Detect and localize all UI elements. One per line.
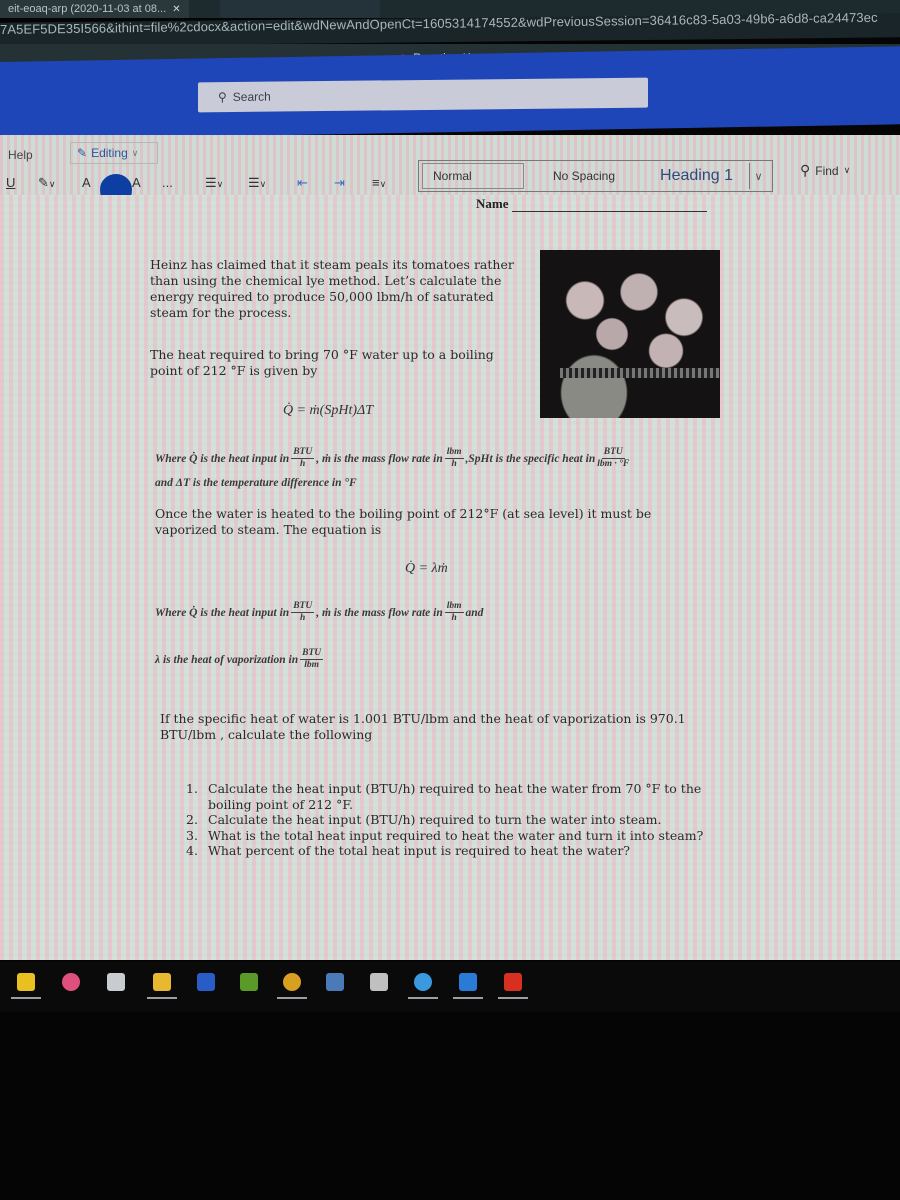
increase-indent-button[interactable]: ⇥ — [334, 175, 345, 191]
intro-paragraph: Heinz has claimed that it steam peals it… — [150, 257, 514, 320]
name-field[interactable]: Name — [476, 196, 707, 212]
browser-tab[interactable]: eit-eoaq-arp (2020-11-03 at 08... ✕ — [0, 0, 189, 18]
where2-text-b: , ṁ is the mass flow rate in — [316, 606, 443, 619]
decrease-indent-icon: ⇤ — [297, 175, 308, 190]
chevron-down-icon: ∨ — [754, 170, 763, 183]
styles-gallery: Normal No Spacing Heading 1 ∨ — [418, 160, 773, 192]
find-label: Find — [815, 163, 839, 178]
file-explorer-icon[interactable] — [153, 973, 171, 991]
where2-text-c: and — [465, 606, 484, 619]
heat-intro-paragraph: The heat required to bring 70 °F water u… — [150, 347, 494, 378]
fraction-btu-per-h: BTU h — [291, 447, 315, 469]
pink-app-icon[interactable] — [62, 973, 80, 991]
underline-button[interactable]: U — [6, 175, 15, 190]
numbered-list-icon: ☰ — [248, 175, 260, 190]
running-indicator — [498, 997, 528, 999]
running-indicator — [11, 997, 41, 999]
fraction-btu-per-lbm-f: BTU lbm · °F — [597, 447, 630, 469]
given-values-paragraph: If the specific heat of water is 1.001 B… — [160, 711, 686, 742]
highlight-button[interactable]: ✎∨ — [38, 175, 56, 191]
chevron-down-icon: ∨ — [131, 147, 139, 158]
sticky-notes-icon[interactable] — [17, 973, 35, 991]
highlighter-icon: ✎ — [38, 175, 49, 190]
fraction-lbm-per-h: lbm h — [444, 601, 464, 623]
where1-text-a: Where Q̇ is the heat input in — [155, 452, 290, 465]
question-item: 2. Calculate the heat input (BTU/h) requi… — [186, 812, 662, 827]
running-indicator — [147, 997, 177, 999]
search-icon: ⚲ — [800, 162, 811, 178]
name-label: Name — [476, 196, 509, 211]
running-indicator — [453, 997, 483, 999]
editing-label: Editing — [91, 146, 128, 160]
more-options-button[interactable]: ... — [162, 175, 173, 190]
where-clause-1: Where Q̇ is the heat input in BTU h , ṁ i… — [155, 447, 631, 470]
equation-latent-heat: Q̇ = λṁ — [405, 561, 448, 576]
where-clause-2-cont: λ is the heat of vaporization in BTU lbm — [155, 648, 325, 671]
where1-text-c: ,SpHt is the specific heat in — [465, 452, 596, 465]
decrease-indent-button[interactable]: ⇤ — [297, 175, 308, 191]
pencil-icon: ✎ — [77, 146, 88, 160]
where1-text-b: , ṁ is the mass flow rate in — [316, 452, 443, 465]
increase-indent-icon: ⇥ — [334, 175, 345, 190]
browser-tab-2[interactable] — [220, 0, 380, 18]
microsoft-store-icon[interactable] — [107, 973, 125, 991]
name-underline — [511, 200, 707, 212]
chrome-icon[interactable] — [283, 973, 301, 991]
equation-sensible-heat: Q̇ = ṁ(SpHt)ΔT — [283, 403, 373, 418]
network-app-icon[interactable] — [414, 973, 432, 991]
bullets-button[interactable]: ☰∨ — [205, 175, 223, 191]
align-icon: ≡ — [372, 175, 380, 190]
close-tab-icon[interactable]: ✕ — [172, 4, 180, 15]
vapor-intro-paragraph: Once the water is heated to the boiling … — [155, 506, 652, 537]
styles-more-button[interactable]: ∨ — [749, 163, 767, 189]
numbering-button[interactable]: ☰∨ — [248, 175, 266, 191]
video-player-icon[interactable] — [459, 973, 477, 991]
nvidia-icon[interactable] — [240, 973, 258, 991]
style-no-spacing[interactable]: No Spacing — [524, 169, 644, 183]
where2-text-d: λ is the heat of vaporization in — [155, 653, 299, 666]
where-clause-2: Where Q̇ is the heat input in BTU h , ṁ i… — [155, 601, 483, 624]
question-list: 1. Calculate the heat input (BTU/h) requi… — [186, 781, 726, 859]
fraction-btu-per-h: BTU h — [291, 601, 315, 623]
taskbar — [0, 962, 900, 1012]
tomatoes-image-rim — [560, 368, 720, 378]
where-clause-1-cont: and ΔT is the temperature difference in … — [155, 477, 357, 489]
search-input[interactable]: ⚲ Search — [198, 77, 648, 113]
align-button[interactable]: ≡∨ — [372, 175, 386, 190]
running-indicator — [277, 997, 307, 999]
font-color-button[interactable]: A — [82, 175, 91, 190]
where2-text-a: Where Q̇ is the heat input in — [155, 606, 290, 619]
screen: eit-eoaq-arp (2020-11-03 at 08... ✕ 7A5E… — [0, 0, 900, 1200]
question-item: 1. Calculate the heat input (BTU/h) requi… — [186, 781, 702, 812]
style-heading-1[interactable]: Heading 1 — [644, 167, 749, 185]
editing-mode-button[interactable]: ✎ Editing ∨ — [70, 142, 158, 164]
search-placeholder: Search — [232, 89, 271, 104]
clear-formatting-button[interactable]: A — [132, 175, 141, 190]
chevron-down-icon: ∨ — [843, 165, 851, 175]
question-item: 4. What percent of the total heat input i… — [186, 843, 630, 858]
trx-app-icon[interactable] — [370, 973, 388, 991]
office-icon[interactable] — [504, 973, 522, 991]
style-normal[interactable]: Normal — [422, 163, 524, 189]
find-button[interactable]: ⚲ Find ∨ — [800, 162, 850, 179]
tomatoes-image[interactable] — [540, 250, 720, 418]
fraction-btu-per-lbm: BTU lbm — [300, 648, 324, 670]
menu-help[interactable]: Help — [8, 148, 33, 162]
tab-title: eit-eoaq-arp (2020-11-03 at 08... — [8, 3, 167, 15]
fraction-lbm-per-h: lbm h — [444, 447, 464, 469]
blue-chevron-app-icon[interactable] — [197, 973, 215, 991]
bullet-list-icon: ☰ — [205, 175, 217, 190]
question-item: 3. What is the total heat input required … — [186, 827, 704, 843]
steam-icon[interactable] — [326, 973, 344, 991]
search-icon: ⚲ — [218, 90, 227, 105]
running-indicator — [408, 997, 438, 999]
